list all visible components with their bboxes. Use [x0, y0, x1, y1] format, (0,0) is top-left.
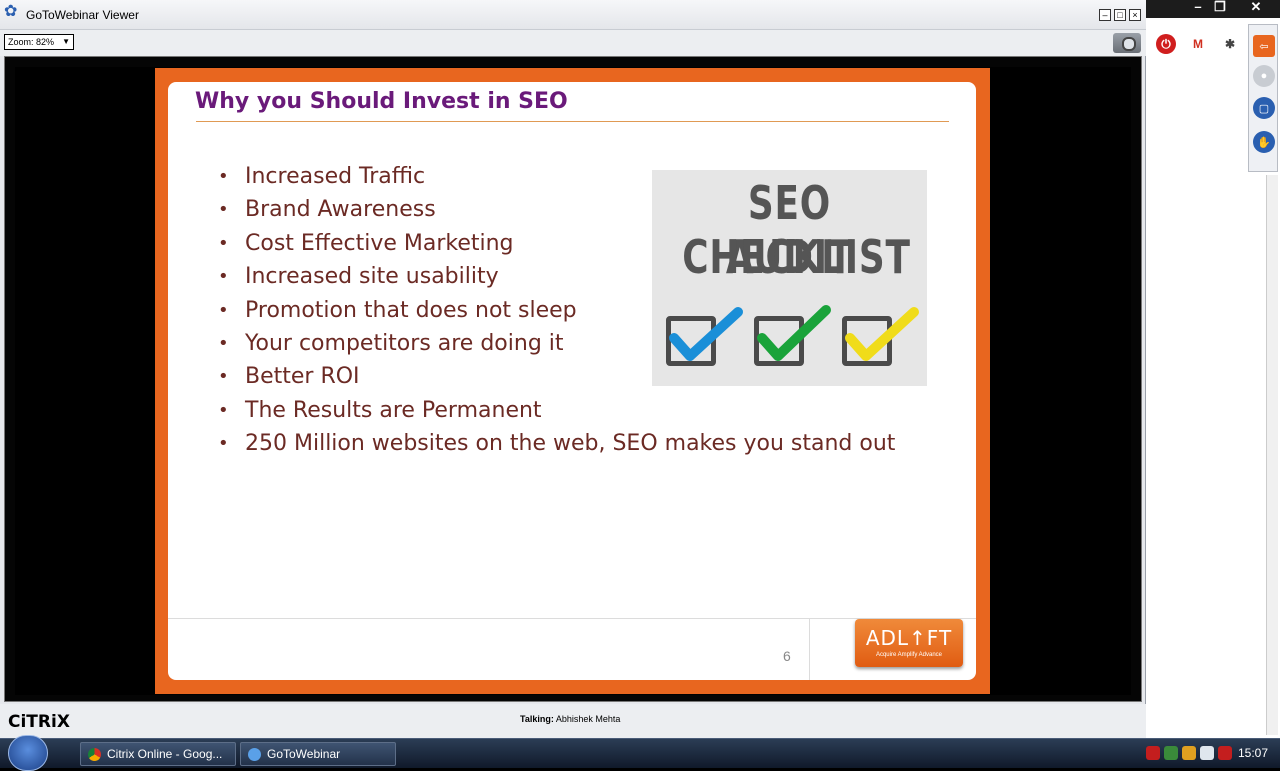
browser-scrollbar[interactable] [1266, 175, 1278, 735]
screen-icon[interactable]: ▢ [1253, 97, 1275, 119]
gotowebinar-flower-icon: ✿ [4, 3, 18, 20]
gmail-icon[interactable]: M [1188, 34, 1208, 54]
gotowebinar-icon [248, 748, 261, 761]
viewer-status-bar: CiTRiX Talking: Abhishek Mehta [0, 704, 1146, 738]
list-item: 250 Million websites on the web, SEO mak… [216, 427, 895, 460]
taskbar-item-label: Citrix Online - Goog... [107, 747, 223, 761]
raise-hand-icon[interactable]: ✋ [1253, 131, 1275, 153]
chevron-down-icon: ▼ [62, 37, 70, 46]
talking-label: Talking: [520, 714, 554, 724]
stop-icon[interactable]: ⏻ [1156, 34, 1176, 54]
gotowebinar-control-panel: ⇦ ● ▢ ✋ [1248, 24, 1278, 172]
volume-muted-icon[interactable] [1218, 746, 1232, 760]
bug-icon[interactable]: ✱ [1220, 34, 1240, 54]
zoom-dropdown[interactable]: Zoom: 82% ▼ [4, 34, 74, 50]
taskbar-clock: 15:07 [1238, 746, 1269, 760]
list-item: The Results are Permanent [216, 394, 895, 427]
slide-footer-separator [809, 619, 810, 680]
title-divider [196, 121, 949, 122]
slide-page-number: 6 [783, 648, 791, 664]
checkmark-icon [669, 307, 743, 361]
slide-title: Why you Should Invest in SEO [195, 89, 568, 114]
taskbar-item-gotowebinar[interactable]: GoToWebinar [240, 742, 396, 766]
maximize-button[interactable]: □ [1114, 9, 1126, 21]
gotowebinar-viewer-window: ✿ GoToWebinar Viewer – □ × Zoom: 82% ▼ W… [0, 0, 1146, 738]
minimize-button[interactable]: – [1099, 9, 1111, 21]
acrobat-icon[interactable] [1146, 746, 1160, 760]
talking-name: Abhishek Mehta [555, 714, 621, 724]
taskbar: Citrix Online - Goog... GoToWebinar 15:0… [0, 735, 1280, 771]
browser-window-controls: – ❐ ✕ [1146, 0, 1280, 18]
browser-restore-button[interactable]: ❐ [1212, 0, 1228, 16]
microphone-icon[interactable]: ● [1253, 65, 1275, 87]
browser-close-button[interactable]: ✕ [1246, 0, 1266, 16]
citrix-logo: CiTRiX [8, 712, 70, 732]
panel-toggle-icon[interactable]: ⇦ [1253, 35, 1275, 57]
users-icon[interactable] [1182, 746, 1196, 760]
title-bar: ✿ GoToWebinar Viewer – □ × [0, 0, 1146, 30]
seo-audit-checklist-image: SEO AUDIT CHECKLIST [652, 170, 927, 386]
checkmark-icon [757, 305, 831, 361]
slide-footer-divider [168, 618, 976, 619]
checkmark-icon [845, 307, 919, 361]
viewer-toolbar: Zoom: 82% ▼ [0, 30, 1146, 56]
checkmark-icons [669, 305, 919, 361]
browser-extension-icons: ⏻ M ✱ [1146, 28, 1248, 58]
window-title: GoToWebinar Viewer [26, 8, 139, 22]
camera-icon[interactable] [1113, 33, 1141, 53]
taskbar-item-label: GoToWebinar [267, 747, 341, 761]
logo-tagline: Acquire Amplify Advance [875, 652, 943, 658]
adlift-logo: ADL↑FT Acquire Amplify Advance [855, 619, 963, 667]
zoom-label: Zoom: 82% [8, 37, 55, 47]
logo-main-text: ADL↑FT [865, 626, 953, 650]
network-icon[interactable] [1200, 746, 1214, 760]
taskbar-item-chrome[interactable]: Citrix Online - Goog... [80, 742, 236, 766]
browser-minimize-button[interactable]: – [1190, 0, 1206, 16]
chrome-icon [88, 748, 101, 761]
talking-indicator: Talking: Abhishek Mehta [520, 714, 620, 724]
drive-icon[interactable] [1164, 746, 1178, 760]
close-button[interactable]: × [1129, 9, 1141, 21]
start-button[interactable] [8, 735, 48, 771]
